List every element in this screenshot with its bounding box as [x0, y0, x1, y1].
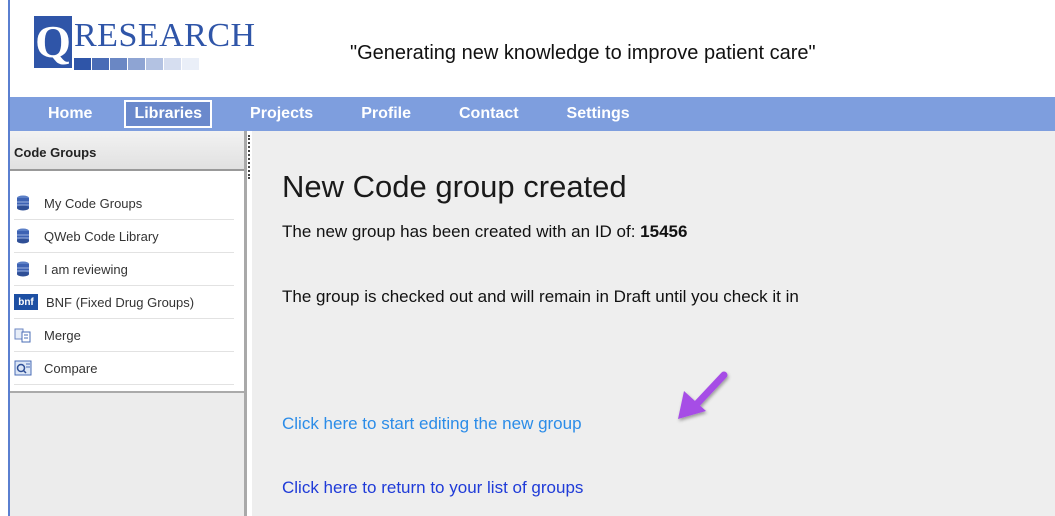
sidebar-title: Code Groups	[10, 131, 244, 171]
logo-letter: Q	[34, 16, 72, 68]
nav-settings[interactable]: Settings	[557, 100, 640, 128]
sidebar-item-qweb-code-library[interactable]: QWeb Code Library	[14, 220, 234, 253]
nav-contact[interactable]: Contact	[449, 100, 529, 128]
tagline: "Generating new knowledge to improve pat…	[350, 42, 816, 64]
qresearch-logo[interactable]: Q RESEARCH	[34, 16, 294, 76]
created-text: The new group has been created with an I…	[282, 222, 641, 241]
header: Q RESEARCH "Generating new knowledge to …	[10, 0, 1055, 84]
group-id: 15456	[640, 222, 688, 241]
page-title: New Code group created	[282, 169, 627, 204]
created-message: The new group has been created with an I…	[282, 222, 687, 242]
sidebar-list: My Code Groups QWeb Code Library I am re…	[10, 171, 244, 393]
sidebar-item-label: I am reviewing	[44, 261, 128, 277]
database-icon	[14, 260, 32, 278]
sidebar-item-label: BNF (Fixed Drug Groups)	[46, 294, 195, 310]
sidebar-item-compare[interactable]: Compare	[14, 352, 234, 385]
sidebar-item-label: Merge	[44, 327, 81, 343]
main-content: New Code group created The new group has…	[252, 131, 1055, 516]
nav-profile[interactable]: Profile	[351, 100, 421, 128]
sidebar-item-merge[interactable]: Merge	[14, 319, 234, 352]
sidebar-item-my-code-groups[interactable]: My Code Groups	[14, 187, 234, 220]
edit-group-link[interactable]: Click here to start editing the new grou…	[282, 414, 582, 434]
pointer-arrow-icon	[678, 371, 728, 419]
compare-icon	[14, 359, 32, 377]
logo-squares	[74, 58, 200, 70]
nav-home[interactable]: Home	[38, 100, 102, 128]
sidebar-item-label: My Code Groups	[44, 195, 143, 211]
database-icon	[14, 227, 32, 245]
sidebar-item-label: Compare	[44, 360, 98, 376]
sidebar-item-bnf[interactable]: bnf BNF (Fixed Drug Groups)	[14, 286, 234, 319]
database-icon	[14, 194, 32, 212]
app-frame: Q RESEARCH "Generating new knowledge to …	[8, 0, 1055, 516]
return-to-groups-link[interactable]: Click here to return to your list of gro…	[282, 478, 583, 498]
sidebar: Code Groups My Code Groups QWeb Code Lib…	[10, 131, 247, 516]
status-message: The group is checked out and will remain…	[282, 287, 799, 306]
merge-icon	[14, 326, 32, 344]
sidebar-item-i-am-reviewing[interactable]: I am reviewing	[14, 253, 234, 286]
logo-word: RESEARCH	[74, 17, 256, 54]
main-nav: Home Libraries Projects Profile Contact …	[10, 97, 1055, 131]
nav-projects[interactable]: Projects	[240, 100, 323, 128]
nav-libraries[interactable]: Libraries	[124, 100, 213, 128]
bnf-icon: bnf	[14, 294, 38, 310]
sidebar-item-label: QWeb Code Library	[44, 228, 159, 244]
